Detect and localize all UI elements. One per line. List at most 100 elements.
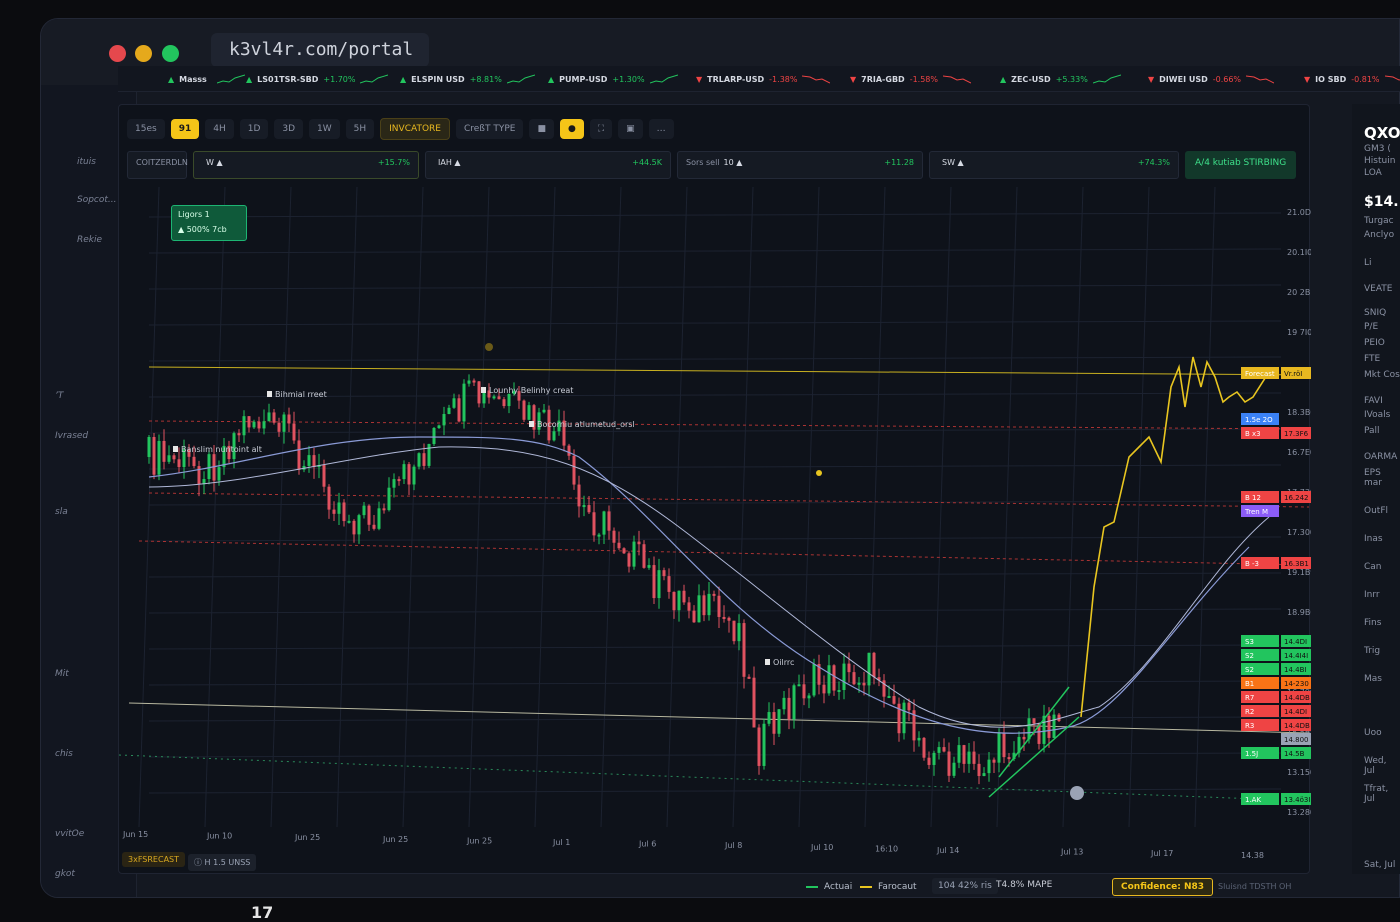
grid-line [148,752,1282,758]
ticker-item[interactable]: ▼ 7RIA-GBD -1.58% [850,74,971,84]
candle-body [932,752,936,765]
right-panel-item[interactable]: Fins [1364,618,1381,628]
sidebar-item[interactable]: chis [55,749,73,759]
sidebar-item[interactable]: ’T [55,391,63,401]
date-axis-label: 14.38 [1241,851,1264,860]
timeframe-button[interactable]: 15es [127,119,165,139]
price-tag-text: S2 [1245,666,1254,674]
ticker-symbol: ZEC-USD [1011,74,1051,84]
stat-value: +44.5K [632,158,662,167]
timeframe-button[interactable]: 5H [345,119,375,139]
sidebar-item[interactable]: gkot [55,869,75,879]
maximize-window-button[interactable] [162,45,179,62]
address-bar[interactable]: k3vl4r.com/portal [211,33,429,67]
timeframe-button[interactable]: 1D [239,119,269,139]
ticker-item[interactable]: ▲ ZEC-USD +5.33% [1000,74,1121,84]
candle-body [527,405,531,420]
price-tag-text: R3 [1245,722,1254,730]
ticker-item[interactable]: ▲ PUMP-USD +1.30% [548,74,678,84]
camera-icon[interactable]: ▣ [618,119,643,139]
right-panel-item[interactable]: Inrr [1364,590,1380,600]
legend-forecast: Farocaut [860,882,917,892]
right-panel-item[interactable]: Mas [1364,674,1382,684]
candle-body [392,479,396,488]
candle-body [647,565,651,568]
right-panel-item[interactable]: Inas [1364,534,1383,544]
sidebar-item[interactable]: Ivrased [55,431,88,441]
square-icon[interactable]: ■ [529,119,554,139]
fullscreen-icon[interactable]: ⛶ [589,119,613,139]
price-tag-value-text: 14.4I4I [1284,652,1308,660]
ticker-item[interactable]: ▲ LS01TSR-SBD +1.70% [246,74,389,84]
timeframe-button[interactable]: 1W [309,119,340,139]
candle-body [587,505,591,513]
sparkline-icon [360,74,389,84]
grid-line [996,187,1018,828]
sidebar-item[interactable]: ituis [77,157,96,167]
candle-body [852,672,856,685]
candle-body [632,541,636,567]
price-tag-text: R7 [1245,694,1254,702]
stat-label: Sors sell [686,158,720,167]
stat-card[interactable]: IAH ▲ +44.5K [425,151,671,179]
right-info-panel: QXO GM3 (Histuin LOA $14. Turgac Anclyo Li VEAT… [1352,104,1400,874]
arrow-up-icon: ▲ [168,74,175,84]
right-panel-item[interactable]: Tfrat, Jul [1364,784,1400,804]
units-badge[interactable]: ⓘ H 1.5 UNSS [188,854,257,871]
price-tag-text: S2 [1245,652,1254,660]
ticker-item[interactable]: ▼ IO SBD -0.81% [1304,74,1400,84]
ticker-item[interactable]: ▲ Masss [168,74,245,84]
candle-body [752,677,756,728]
stat-card[interactable]: SW ▲ +74.3% [929,151,1179,179]
right-panel-item[interactable]: OutFl [1364,506,1388,516]
close-window-button[interactable] [109,45,126,62]
stat-card[interactable]: Sors sell 10 ▲ +11.28 [677,151,923,179]
right-panel-item[interactable]: Sat, Jul [1364,860,1395,870]
cursor-dot[interactable] [1070,786,1084,800]
ticker-item[interactable]: ▲ ELSPIN USD +8.81% [400,74,535,84]
sidebar-item[interactable]: Sopcot... [77,195,117,205]
candle-body [452,398,456,408]
timeframe-button[interactable]: 4H [205,119,234,139]
timeframe-button[interactable]: 91 [170,119,200,139]
candle-body [377,508,381,529]
price-chart[interactable]: Bihmial rreet Lounhy Belinhy creat Banslim… [119,187,1311,875]
stat-card[interactable]: W ▲ +15.7% [193,151,419,179]
right-panel-item[interactable]: Trig [1364,646,1380,656]
candle-body [737,623,741,642]
price-tag-text: B 12 [1245,494,1261,502]
candle-body [147,437,151,457]
ticker-change: -0.66% [1212,74,1242,84]
signal-badge[interactable]: A/4 kutiab STIRBING [1185,151,1297,179]
candle-body [582,505,586,508]
candle-body [257,421,261,429]
minimize-window-button[interactable] [135,45,152,62]
timeframe-button[interactable]: 3D [274,119,304,139]
indicators-button[interactable]: INVCATORE [380,118,450,140]
candle-body [342,502,346,522]
candle-body [747,676,751,679]
stat-card[interactable]: COITZERDLN [127,151,188,179]
stat-label: COITZERDLN [136,158,188,167]
grid-line [468,187,490,828]
legend-actual: Actuai [806,882,852,892]
ticker-item[interactable]: ▼ TRLARP-USD -1.38% [696,74,831,84]
chart-type-button[interactable]: CreßT TYPE [455,119,524,139]
highlight-tool-icon[interactable]: ● [559,119,584,139]
sidebar-item[interactable]: Mit [55,669,69,679]
candle-body [862,682,866,686]
annotation-flag-icon [765,659,770,665]
sidebar-item[interactable]: Rekie [77,235,102,245]
right-panel-item[interactable]: Uoo [1364,728,1382,738]
sidebar-item[interactable]: vvitOe [55,829,84,839]
forecast-badge[interactable]: 3xFSRECAST [122,852,185,867]
candle-body [652,565,656,599]
more-icon[interactable]: … [648,119,674,139]
ticker-item[interactable]: ▼ DIWEI USD -0.66% [1148,74,1275,84]
right-panel-item[interactable]: Can [1364,562,1382,572]
sidebar-item[interactable]: sla [55,507,68,517]
grid-line [148,356,1282,362]
right-panel-item[interactable]: Wed, Jul [1364,756,1400,776]
confidence-badge[interactable]: Confidence: N83 [1112,878,1214,896]
legend-box[interactable]: Ligors 1 ▲ 500% 7cb [171,205,247,241]
